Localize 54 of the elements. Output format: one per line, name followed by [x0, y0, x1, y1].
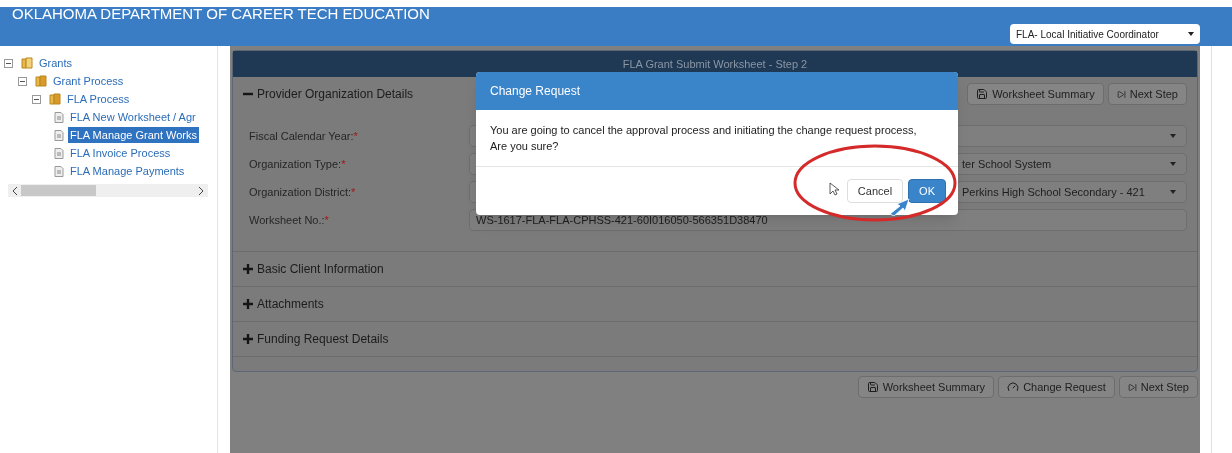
app-title: OKLAHOMA DEPARTMENT OF CAREER TECH EDUCATION — [12, 7, 430, 21]
skip-icon — [1127, 382, 1137, 392]
collapse-icon[interactable] — [32, 94, 41, 104]
caret-icon — [1188, 32, 1194, 36]
dialog-message: Are you sure? — [490, 139, 560, 154]
document-icon — [54, 165, 64, 177]
caret-icon — [1170, 162, 1176, 166]
field-label: Organization District:* — [249, 184, 357, 200]
section-title[interactable]: Attachments — [257, 295, 324, 313]
scroll-right-icon[interactable] — [198, 186, 204, 195]
caret-icon — [1170, 134, 1176, 138]
tree-item[interactable]: FLA Manage Payments — [68, 162, 187, 180]
save-icon — [976, 88, 989, 100]
folder-icon — [35, 75, 47, 87]
toolbar-button[interactable]: Change Request — [998, 376, 1115, 398]
folder-icon — [49, 93, 61, 105]
horizontal-scrollbar[interactable] — [8, 184, 208, 197]
ok-button[interactable]: OK — [908, 179, 946, 203]
cancel-button[interactable]: Cancel — [846, 179, 904, 203]
scroll-left-icon[interactable] — [12, 186, 18, 195]
dialog-title: Change Request — [490, 83, 581, 100]
caret-icon — [1170, 190, 1176, 194]
tree-item[interactable]: Grants — [37, 54, 74, 72]
section-title[interactable]: Funding Request Details — [257, 330, 389, 348]
field-label: Worksheet No.:* — [249, 212, 330, 228]
plus-icon[interactable] — [243, 299, 253, 309]
skip-icon — [1116, 89, 1126, 99]
tree-item[interactable]: FLA Invoice Process — [68, 144, 173, 162]
tree-item[interactable]: Grant Process — [51, 72, 126, 90]
tree-item[interactable]: FLA Manage Grant Works — [68, 126, 199, 144]
toolbar-button[interactable]: Next Step — [1107, 83, 1187, 105]
gauge-icon — [1007, 381, 1020, 393]
plus-icon[interactable] — [243, 334, 253, 344]
section-title[interactable]: Provider Organization Details — [257, 85, 414, 103]
section-title[interactable]: Basic Client Information — [257, 260, 384, 278]
dialog-message: You are going to cancel the approval process and initiating the change request process, — [490, 123, 918, 138]
plus-icon[interactable] — [243, 264, 253, 274]
field-label: Fiscal Calendar Year:* — [249, 128, 359, 144]
toolbar-button[interactable]: Next Step — [1118, 376, 1198, 398]
tree-item[interactable]: FLA Process — [65, 90, 132, 108]
document-icon — [54, 129, 64, 141]
cursor-icon — [829, 182, 839, 196]
field-label: Organization Type:* — [249, 156, 347, 172]
book-icon — [21, 57, 33, 69]
role-select[interactable]: FLA- Local Initiative Coordinator — [1010, 24, 1200, 44]
panel-title: FLA Grant Submit Worksheet - Step 2 — [622, 56, 808, 72]
save-icon — [866, 381, 879, 393]
toolbar-button[interactable]: Worksheet Summary — [857, 376, 995, 398]
document-icon — [54, 111, 64, 123]
document-icon — [54, 147, 64, 159]
tree-item[interactable]: FLA New Worksheet / Agr — [68, 108, 198, 126]
collapse-icon[interactable] — [18, 76, 27, 86]
collapse-icon[interactable] — [4, 58, 13, 68]
toolbar-button[interactable]: Worksheet Summary — [967, 83, 1104, 105]
